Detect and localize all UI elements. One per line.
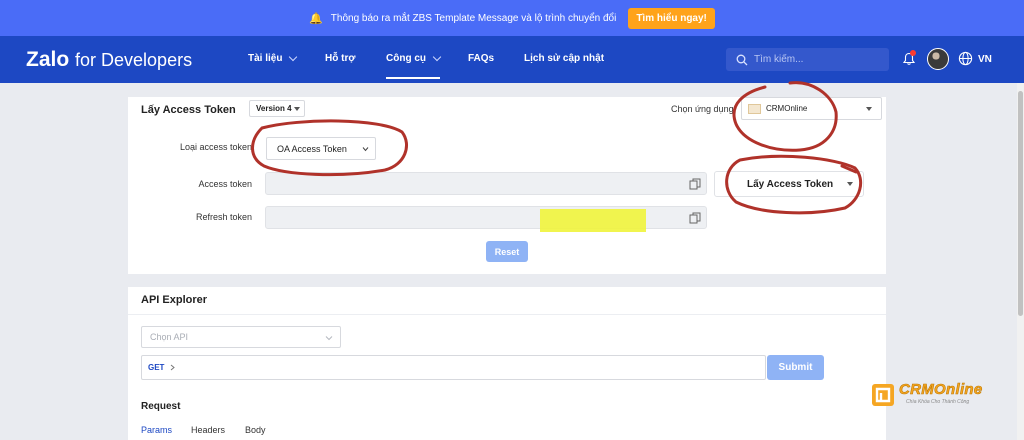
learn-more-button[interactable]: Tìm hiểu ngay!	[628, 7, 715, 29]
get-access-token-label: Lấy Access Token	[747, 178, 834, 190]
app-select-label: Chọn ứng dụng	[671, 104, 734, 114]
nav-item-label: Lịch sử cập nhật	[524, 53, 605, 64]
submit-button[interactable]: Submit	[767, 355, 824, 380]
search-input[interactable]: Tìm kiếm...	[726, 48, 889, 71]
token-type-label: Loại access token	[179, 142, 252, 152]
search-icon	[736, 54, 748, 65]
nav-item-label: Tài liệu	[248, 53, 283, 64]
get-access-token-button[interactable]: Lấy Access Token	[714, 171, 864, 197]
logo-suffix: for Developers	[75, 50, 193, 70]
request-url-input[interactable]: GET	[141, 355, 766, 380]
nav-item-support[interactable]: Hỗ trợ	[325, 53, 355, 64]
watermark-brand: CRMOnline	[899, 381, 983, 399]
chevron-right-icon	[171, 364, 176, 371]
scrollbar-thumb[interactable]	[1018, 91, 1023, 316]
app-logo-icon	[748, 104, 761, 114]
caret-down-icon	[866, 107, 872, 111]
top-navbar: Zalo for Developers Tài liệu Hỗ trợ Công…	[0, 36, 1024, 83]
announcement-bar: 🔔 Thông báo ra mắt ZBS Template Message …	[0, 0, 1024, 36]
nav-item-tools[interactable]: Công cụ	[386, 52, 442, 79]
api-explorer-title: API Explorer	[141, 294, 208, 306]
language-selector[interactable]: VN	[978, 54, 992, 65]
chevron-down-icon	[289, 52, 298, 62]
app-selected-value: CRMOnline	[766, 104, 808, 113]
nav-item-label: FAQs	[468, 53, 495, 64]
chevron-down-icon	[362, 147, 369, 152]
logo[interactable]: Zalo for Developers	[26, 48, 192, 72]
search-placeholder: Tìm kiếm...	[754, 54, 804, 65]
tab-params[interactable]: Params	[141, 425, 172, 435]
nav-item-label: Công cụ	[386, 53, 426, 64]
chevron-down-icon	[432, 52, 442, 62]
version-value: Version 4	[256, 104, 292, 113]
divider	[128, 314, 886, 315]
chevron-down-icon	[325, 336, 333, 341]
megaphone-icon: 🔔	[309, 12, 323, 25]
notification-dot	[910, 50, 916, 56]
refresh-token-label: Refresh token	[195, 212, 252, 222]
panel-title: Lấy Access Token	[141, 104, 236, 116]
announcement-text: Thông báo ra mắt ZBS Template Message và…	[330, 12, 617, 24]
version-select[interactable]: Version 4	[249, 100, 305, 117]
reset-button[interactable]: Reset	[486, 241, 528, 262]
http-method: GET	[148, 363, 165, 372]
token-type-value: OA Access Token	[277, 143, 347, 154]
logo-brand: Zalo	[26, 48, 70, 71]
tab-body[interactable]: Body	[245, 425, 266, 435]
page-scrollbar[interactable]	[1017, 83, 1024, 440]
watermark-tagline: Chìa Khóa Cho Thành Công	[906, 399, 970, 405]
app-select[interactable]: CRMOnline	[741, 97, 882, 120]
highlight-mark	[540, 209, 646, 232]
copy-icon[interactable]	[689, 178, 701, 190]
tab-headers[interactable]: Headers	[191, 425, 225, 435]
nav-item-faqs[interactable]: FAQs	[468, 53, 494, 64]
token-type-select[interactable]: OA Access Token	[266, 137, 376, 160]
api-select[interactable]: Chọn API	[141, 326, 341, 348]
caret-down-icon	[294, 107, 300, 111]
api-placeholder: Chọn API	[150, 332, 189, 342]
access-token-field[interactable]	[265, 172, 707, 195]
copy-icon[interactable]	[689, 212, 701, 224]
globe-icon[interactable]	[958, 51, 973, 66]
caret-down-icon	[847, 182, 853, 186]
nav-item-label: Hỗ trợ	[325, 53, 356, 64]
nav-item-docs[interactable]: Tài liệu	[248, 52, 298, 64]
nav-item-changelog[interactable]: Lịch sử cập nhật	[524, 53, 604, 64]
avatar[interactable]	[927, 48, 949, 70]
request-title: Request	[141, 401, 181, 412]
access-token-label: Access token	[198, 179, 252, 189]
